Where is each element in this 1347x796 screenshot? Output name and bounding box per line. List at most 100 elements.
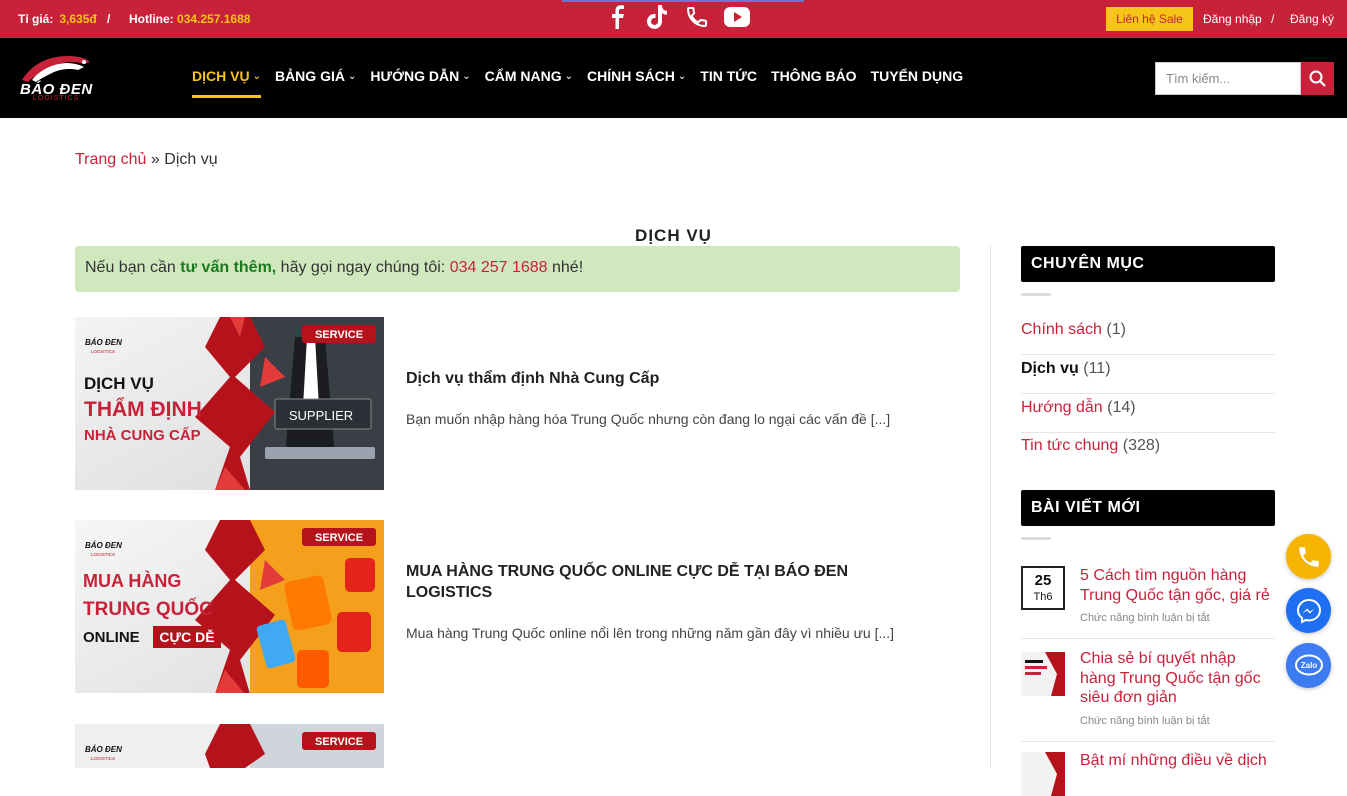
- recent-post-comments: Chức năng bình luận bị tắt: [1080, 612, 1210, 624]
- nav-item-dich-vu[interactable]: DỊCH VỤ ⌄: [192, 68, 261, 98]
- service-banner-image: SERVICE BÁO ĐEN LOGISTICS: [75, 724, 384, 768]
- breadcrumb-home[interactable]: Trang chủ: [75, 151, 146, 168]
- thumb-badge: SERVICE: [315, 532, 363, 544]
- auth-separator: /: [1271, 12, 1275, 26]
- recent-divider: [1021, 741, 1275, 742]
- recent-post-thumbnail: [1021, 752, 1065, 796]
- float-zalo-button[interactable]: Zalo: [1286, 643, 1331, 688]
- post-thumbnail[interactable]: SERVICE BÁO ĐEN LOGISTICS: [75, 724, 384, 768]
- thumb-line-3: NHÀ CUNG CẤP: [84, 427, 201, 444]
- panther-logo-icon: [22, 56, 90, 82]
- nav-item-huong-dan[interactable]: HƯỚNG DẪN ⌄: [370, 68, 470, 84]
- thumb-logo: BÁO ĐEN: [85, 338, 122, 347]
- chevron-down-icon: ⌄: [677, 70, 687, 82]
- thumb-logo: BÁO ĐEN: [85, 745, 122, 754]
- tiktok-icon[interactable]: [644, 4, 670, 30]
- hotline-value[interactable]: 034.257.1688: [177, 12, 250, 26]
- thumb-logo-sub: LOGISTICS: [91, 552, 115, 557]
- nav-item-thong-bao[interactable]: THÔNG BÁO: [771, 68, 857, 84]
- category-name: Hướng dẫn: [1021, 399, 1103, 416]
- register-link[interactable]: Đăng ký: [1290, 12, 1334, 26]
- post-item: SERVICE BÁO ĐEN LOGISTICS: [75, 724, 960, 768]
- nav-label: TUYỂN DỤNG: [870, 68, 964, 84]
- sidebar-divider: [990, 246, 991, 768]
- recent-divider: [1021, 638, 1275, 639]
- nav-item-chinh-sach[interactable]: CHÍNH SÁCH ⌄: [587, 68, 686, 84]
- float-call-button[interactable]: [1286, 534, 1331, 579]
- notice-highlight: tư vấn thêm,: [180, 259, 277, 276]
- recent-post-title[interactable]: 5 Cách tìm nguồn hàng Trung Quốc tận gốc…: [1080, 566, 1275, 605]
- page-title: DỊCH VỤ: [635, 226, 712, 245]
- main-header: BÁO ĐEN LOGISTICS DỊCH VỤ ⌄ BẢNG GIÁ ⌄ HƯỚ…: [0, 38, 1347, 118]
- thumb-logo: BÁO ĐEN: [85, 541, 122, 550]
- category-item[interactable]: Tin tức chung (328): [1021, 432, 1275, 471]
- top-bar: Tỉ giá: 3,635đ / Hotline: 034.257.1688 Li…: [0, 0, 1347, 38]
- rate-label: Tỉ giá:: [18, 12, 54, 26]
- category-name: Dịch vụ: [1021, 360, 1079, 377]
- nav-item-tin-tuc[interactable]: TIN TỨC: [700, 68, 757, 84]
- breadcrumb: Trang chủ » Dịch vụ: [75, 151, 218, 169]
- phone-icon[interactable]: [684, 4, 710, 30]
- notice-text-before: Nếu bạn cần: [85, 259, 181, 276]
- messenger-icon: [1296, 598, 1321, 624]
- logo-sub-text: LOGISTICS: [33, 95, 80, 102]
- recent-post-item[interactable]: Bật mí những điều về dịch: [1021, 751, 1275, 796]
- recent-posts-widget-title: BÀI VIẾT MỚI: [1021, 490, 1275, 526]
- post-title[interactable]: Dịch vụ thẩm định Nhà Cung Cấp: [406, 368, 926, 389]
- search-input[interactable]: [1155, 62, 1301, 95]
- post-thumbnail[interactable]: SERVICE BÁO ĐEN LOGISTICS DỊCH VỤ THẨM Đ…: [75, 317, 384, 490]
- hotline-label: Hotline:: [129, 12, 174, 26]
- rate-value: 3,635đ: [59, 12, 97, 26]
- nav-item-bang-gia[interactable]: BẢNG GIÁ ⌄: [275, 68, 356, 84]
- post-date-badge: 25 Th6: [1021, 566, 1065, 610]
- category-count: (14): [1107, 399, 1136, 416]
- category-count: (328): [1122, 437, 1161, 454]
- breadcrumb-current: Dịch vụ: [164, 151, 218, 168]
- post-excerpt: Mua hàng Trung Quốc online nổi lên trong…: [406, 625, 895, 641]
- thumb-badge: SERVICE: [315, 736, 363, 748]
- recent-post-comments: Chức năng bình luận bị tắt: [1080, 715, 1210, 727]
- recent-post-thumbnail: [1021, 652, 1065, 696]
- youtube-icon[interactable]: [724, 4, 750, 30]
- nav-item-cam-nang[interactable]: CẨM NANG ⌄: [485, 68, 573, 84]
- float-messenger-button[interactable]: [1286, 588, 1331, 633]
- category-item[interactable]: Dịch vụ (11): [1021, 355, 1275, 394]
- nav-item-tuyen-dung[interactable]: TUYỂN DỤNG: [871, 68, 964, 84]
- notice-text-after: nhé!: [547, 259, 584, 276]
- thumb-logo-sub: LOGISTICS: [91, 756, 115, 761]
- category-name: Chính sách: [1021, 321, 1102, 338]
- exchange-rate: Tỉ giá: 3,635đ: [18, 12, 97, 26]
- category-name: Tin tức chung: [1021, 437, 1119, 454]
- category-item[interactable]: Hướng dẫn (14): [1021, 394, 1275, 433]
- hotline: Hotline: 034.257.1688: [129, 12, 250, 26]
- chevron-down-icon: ⌄: [462, 70, 471, 82]
- category-count: (1): [1106, 321, 1126, 338]
- thumb-line-2: TRUNG QUỐC: [83, 598, 213, 620]
- thumb-line-1: MUA HÀNG: [83, 570, 181, 591]
- facebook-icon[interactable]: [604, 4, 630, 30]
- thumb-sign: SUPPLIER: [289, 408, 353, 423]
- post-item: SERVICE BÁO ĐEN LOGISTICS DỊCH VỤ THẨM Đ…: [75, 317, 960, 490]
- search-icon: [1309, 70, 1326, 87]
- main-nav: DỊCH VỤ ⌄ BẢNG GIÁ ⌄ HƯỚNG DẪN ⌄ CẨM NANG ⌄ …: [192, 68, 964, 98]
- notice-text-middle: hãy gọi ngay chúng tôi:: [276, 259, 450, 276]
- logo[interactable]: BÁO ĐEN LOGISTICS: [18, 50, 94, 106]
- category-item[interactable]: Chính sách (1): [1021, 316, 1275, 355]
- topbar-separator: /: [107, 12, 111, 26]
- widget-underline: [1021, 537, 1051, 540]
- recent-post-item[interactable]: 25 Th6 5 Cách tìm nguồn hàng Trung Quốc …: [1021, 566, 1275, 632]
- recent-post-image: [1021, 652, 1065, 696]
- recent-post-item[interactable]: Chia sẻ bí quyết nhập hàng Trung Quốc tậ…: [1021, 649, 1275, 729]
- notice-phone[interactable]: 034 257 1688: [450, 259, 548, 276]
- search-button[interactable]: [1301, 62, 1334, 95]
- login-link[interactable]: Đăng nhập: [1203, 12, 1262, 26]
- nav-label: DỊCH VỤ: [192, 68, 250, 84]
- post-thumbnail[interactable]: SERVICE BÁO ĐEN LOGISTICS MUA HÀNG TRUNG…: [75, 520, 384, 693]
- nav-label: BẢNG GIÁ: [274, 68, 345, 84]
- recent-post-title[interactable]: Chia sẻ bí quyết nhập hàng Trung Quốc tậ…: [1080, 649, 1275, 708]
- china-shopping-banner-image: SERVICE BÁO ĐEN LOGISTICS MUA HÀNG TRUNG…: [75, 520, 384, 693]
- post-title[interactable]: MUA HÀNG TRUNG QUỐC ONLINE CỰC DỄ TẠI BÁ…: [406, 561, 926, 603]
- contact-sale-button[interactable]: Liên hệ Sale: [1106, 7, 1193, 31]
- categories-widget-title: CHUYÊN MỤC: [1021, 246, 1275, 282]
- post-date-month: Th6: [1033, 591, 1053, 603]
